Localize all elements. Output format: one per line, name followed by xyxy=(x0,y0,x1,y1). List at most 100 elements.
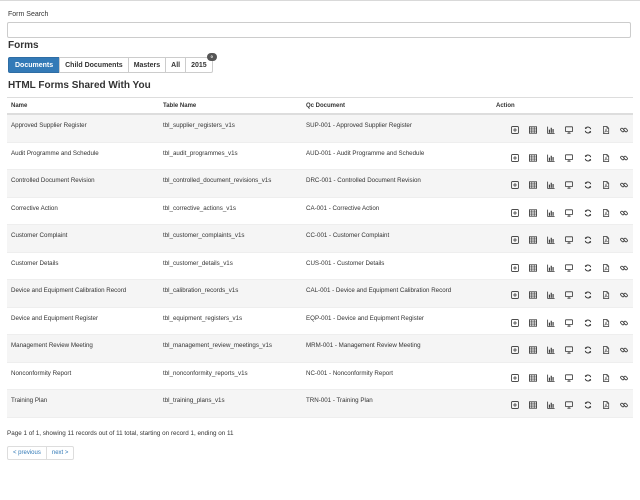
table-grid-icon[interactable] xyxy=(524,316,542,330)
pdf-file-icon[interactable] xyxy=(597,343,615,357)
refresh-icon[interactable] xyxy=(579,261,597,275)
add-record-icon[interactable] xyxy=(506,261,524,275)
tab-label: All xyxy=(171,61,181,69)
bar-chart-icon[interactable] xyxy=(542,233,560,247)
link-icon[interactable] xyxy=(615,233,633,247)
cell-qc-document: EQP-001 - Device and Equipment Register xyxy=(306,314,424,322)
bar-chart-icon[interactable] xyxy=(542,288,560,302)
header-name[interactable]: Name xyxy=(7,98,159,113)
pdf-file-icon[interactable] xyxy=(597,398,615,412)
link-icon[interactable] xyxy=(615,398,633,412)
cell-name: Device and Equipment Calibration Record xyxy=(11,287,127,294)
cell-name: Device and Equipment Register xyxy=(11,314,99,322)
bar-chart-icon[interactable] xyxy=(542,343,560,357)
previous-page-button[interactable]: < previous xyxy=(7,446,47,460)
pdf-file-icon[interactable] xyxy=(597,123,615,137)
refresh-icon[interactable] xyxy=(579,288,597,302)
monitor-icon[interactable] xyxy=(560,151,578,165)
refresh-icon[interactable] xyxy=(579,371,597,385)
tab-masters[interactable]: Masters xyxy=(127,57,167,73)
add-record-icon[interactable] xyxy=(506,178,524,192)
table-body: Approved Supplier Register tbl_supplier_r… xyxy=(7,115,633,418)
table-grid-icon[interactable] xyxy=(524,206,542,220)
table-grid-icon[interactable] xyxy=(524,288,542,302)
cell-table-name: tbl_controlled_document_revisions_v1s xyxy=(163,177,272,184)
pdf-file-icon[interactable] xyxy=(597,371,615,385)
cell-actions xyxy=(492,170,633,197)
pdf-file-icon[interactable] xyxy=(597,316,615,330)
table-grid-icon[interactable] xyxy=(524,371,542,385)
cell-name: Training Plan xyxy=(11,397,48,404)
link-icon[interactable] xyxy=(615,371,633,385)
header-qc-document[interactable]: Qc Document xyxy=(302,98,492,113)
add-record-icon[interactable] xyxy=(506,206,524,220)
table-grid-icon[interactable] xyxy=(524,343,542,357)
bar-chart-icon[interactable] xyxy=(542,316,560,330)
bar-chart-icon[interactable] xyxy=(542,123,560,137)
add-record-icon[interactable] xyxy=(506,151,524,165)
link-icon[interactable] xyxy=(615,123,633,137)
monitor-icon[interactable] xyxy=(560,288,578,302)
bar-chart-icon[interactable] xyxy=(542,151,560,165)
tab-documents[interactable]: Documents xyxy=(8,57,61,73)
refresh-icon[interactable] xyxy=(579,233,597,247)
next-page-button[interactable]: next > xyxy=(45,446,75,460)
add-record-icon[interactable] xyxy=(506,123,524,137)
refresh-icon[interactable] xyxy=(579,343,597,357)
monitor-icon[interactable] xyxy=(560,316,578,330)
link-icon[interactable] xyxy=(615,343,633,357)
pdf-file-icon[interactable] xyxy=(597,261,615,275)
refresh-icon[interactable] xyxy=(579,123,597,137)
bar-chart-icon[interactable] xyxy=(542,178,560,192)
monitor-icon[interactable] xyxy=(560,343,578,357)
add-record-icon[interactable] xyxy=(506,343,524,357)
bar-chart-icon[interactable] xyxy=(542,261,560,275)
pdf-file-icon[interactable] xyxy=(597,151,615,165)
tab-child-documents[interactable]: Child Documents xyxy=(59,57,129,73)
tab-all[interactable]: All xyxy=(165,57,187,73)
link-icon[interactable] xyxy=(615,288,633,302)
monitor-icon[interactable] xyxy=(560,371,578,385)
table-grid-icon[interactable] xyxy=(524,233,542,247)
monitor-icon[interactable] xyxy=(560,178,578,192)
monitor-icon[interactable] xyxy=(560,398,578,412)
refresh-icon[interactable] xyxy=(579,206,597,220)
header-table-name[interactable]: Table Name xyxy=(159,98,302,113)
tab-2015[interactable]: 2015 0 xyxy=(185,53,217,73)
add-record-icon[interactable] xyxy=(506,288,524,302)
bar-chart-icon[interactable] xyxy=(542,206,560,220)
monitor-icon[interactable] xyxy=(560,206,578,220)
cell-table-name: tbl_customer_complaints_v1s xyxy=(163,232,245,239)
refresh-icon[interactable] xyxy=(579,316,597,330)
add-record-icon[interactable] xyxy=(506,233,524,247)
pdf-file-icon[interactable] xyxy=(597,178,615,192)
form-search-input[interactable] xyxy=(7,22,631,38)
link-icon[interactable] xyxy=(615,178,633,192)
monitor-icon[interactable] xyxy=(560,123,578,137)
add-record-icon[interactable] xyxy=(506,316,524,330)
cell-actions xyxy=(492,280,633,307)
refresh-icon[interactable] xyxy=(579,398,597,412)
cell-qc-document: CC-001 - Customer Complaint xyxy=(306,232,390,239)
table-grid-icon[interactable] xyxy=(524,398,542,412)
link-icon[interactable] xyxy=(615,206,633,220)
table-grid-icon[interactable] xyxy=(524,178,542,192)
refresh-icon[interactable] xyxy=(579,151,597,165)
monitor-icon[interactable] xyxy=(560,261,578,275)
link-icon[interactable] xyxy=(615,261,633,275)
table-row: Customer Complaint tbl_customer_complaint… xyxy=(7,225,633,253)
link-icon[interactable] xyxy=(615,316,633,330)
pdf-file-icon[interactable] xyxy=(597,233,615,247)
table-grid-icon[interactable] xyxy=(524,123,542,137)
pdf-file-icon[interactable] xyxy=(597,206,615,220)
bar-chart-icon[interactable] xyxy=(542,398,560,412)
table-grid-icon[interactable] xyxy=(524,151,542,165)
bar-chart-icon[interactable] xyxy=(542,371,560,385)
monitor-icon[interactable] xyxy=(560,233,578,247)
add-record-icon[interactable] xyxy=(506,371,524,385)
refresh-icon[interactable] xyxy=(579,178,597,192)
link-icon[interactable] xyxy=(615,151,633,165)
add-record-icon[interactable] xyxy=(506,398,524,412)
table-grid-icon[interactable] xyxy=(524,261,542,275)
pdf-file-icon[interactable] xyxy=(597,288,615,302)
